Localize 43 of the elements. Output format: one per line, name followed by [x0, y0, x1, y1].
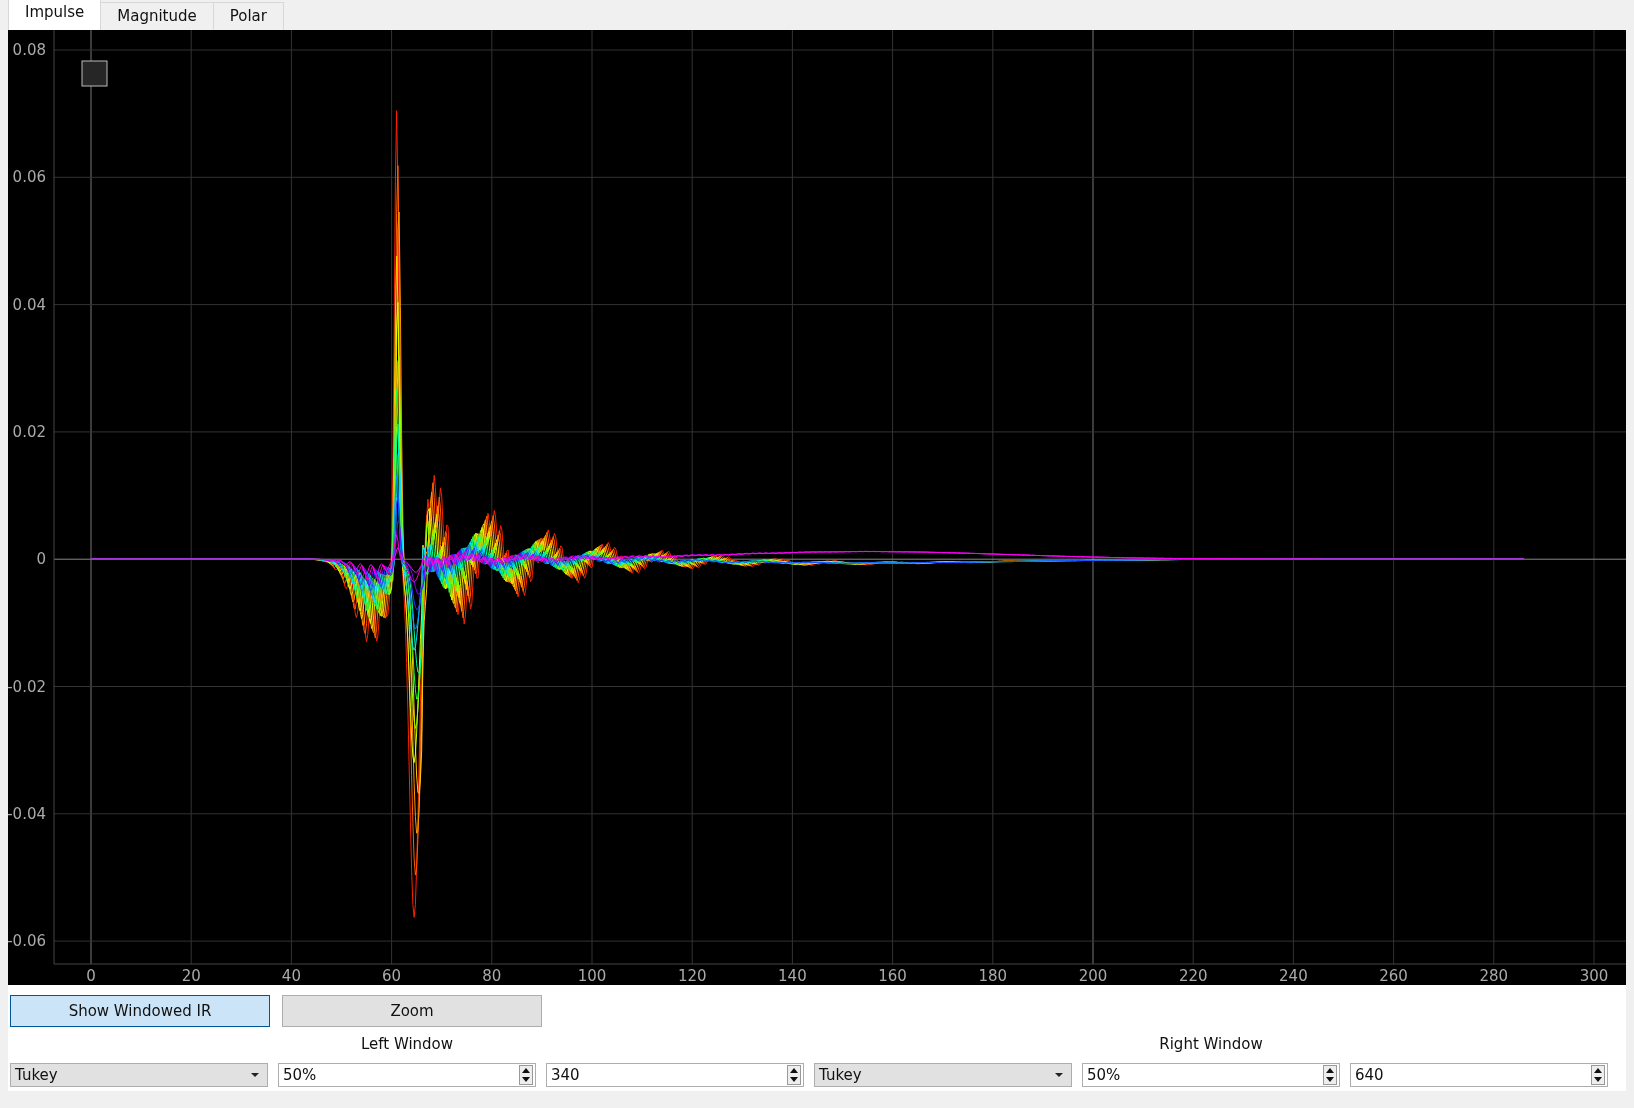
y-axis-label: 0.06 — [12, 168, 46, 187]
x-axis-label: 80 — [482, 967, 502, 985]
x-axis-label: 260 — [1379, 967, 1408, 985]
x-axis-label: 60 — [382, 967, 402, 985]
window-group-title: Left Window — [359, 1035, 455, 1055]
x-axis-label: 180 — [978, 967, 1008, 985]
toggle-button[interactable]: Zoom — [282, 995, 542, 1027]
y-axis-label: -0.04 — [8, 804, 46, 823]
window-width-spinbox[interactable]: 50% — [278, 1063, 536, 1087]
x-axis-label: 120 — [677, 967, 707, 985]
dropdown-arrow-icon — [1055, 1072, 1063, 1078]
x-axis-label: 20 — [181, 967, 201, 985]
window-length-spinbox[interactable]: 640 — [1350, 1063, 1608, 1087]
y-axis-label: 0 — [36, 550, 46, 569]
dropdown-arrow-icon — [251, 1072, 259, 1078]
x-axis-label: 200 — [1078, 967, 1108, 985]
x-axis-label: 40 — [281, 967, 301, 985]
y-axis-label: 0.02 — [12, 422, 46, 441]
y-axis-label: 0.04 — [12, 295, 46, 314]
x-axis-label: 100 — [577, 967, 607, 985]
x-axis-label: 300 — [1579, 967, 1609, 985]
window-length-spinbox[interactable]: 340 — [546, 1063, 804, 1087]
toggle-button[interactable]: Show Windowed IR — [10, 995, 270, 1027]
window-width-spinbox[interactable]: 50% — [1082, 1063, 1340, 1087]
legend-toggle-icon[interactable] — [81, 60, 108, 87]
window-group-title: Right Window — [1158, 1035, 1264, 1055]
x-axis-label: 160 — [878, 967, 907, 985]
spin-arrows-icon — [1591, 1065, 1605, 1085]
x-axis-label: 220 — [1178, 967, 1208, 985]
tab[interactable]: Impulse — [8, 0, 102, 30]
y-axis-label: 0.08 — [12, 41, 46, 59]
x-axis-label: 280 — [1479, 967, 1509, 985]
spin-arrows-icon — [787, 1065, 801, 1085]
window-type-dropdown[interactable]: Tukey — [10, 1063, 268, 1087]
y-axis-label: -0.02 — [8, 677, 46, 696]
spin-arrows-icon — [519, 1065, 533, 1085]
spin-arrows-icon — [1323, 1065, 1337, 1085]
x-axis-label: 140 — [778, 967, 807, 985]
y-axis-label: -0.06 — [8, 932, 46, 951]
window-type-dropdown[interactable]: Tukey — [814, 1063, 1072, 1087]
tab[interactable]: Polar — [212, 2, 284, 30]
x-axis-label: 240 — [1279, 967, 1308, 985]
x-axis-label: 0 — [86, 967, 96, 985]
